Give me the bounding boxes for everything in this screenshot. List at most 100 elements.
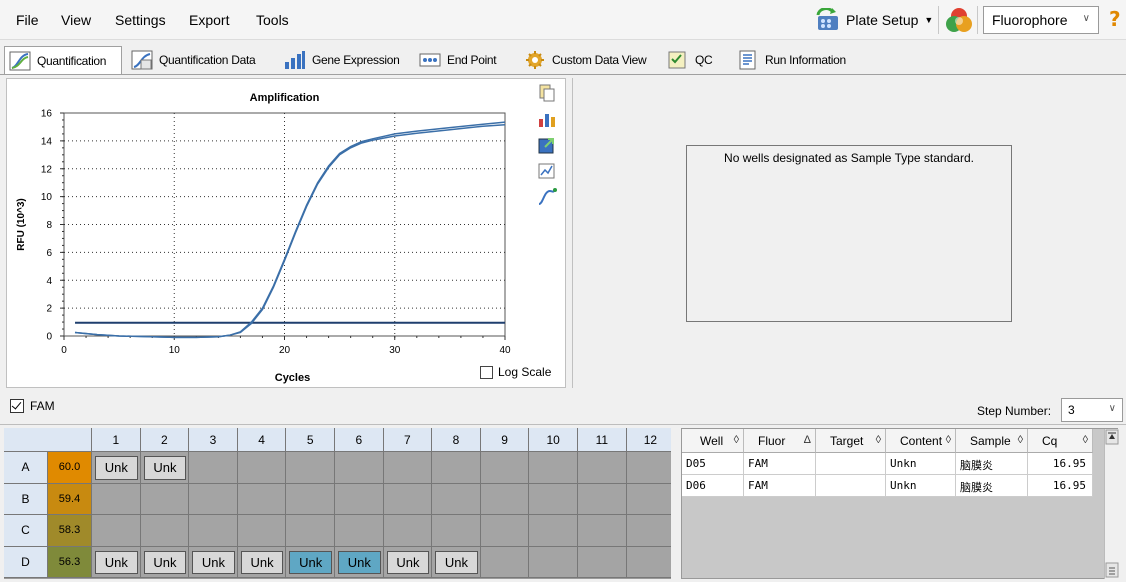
plate-well[interactable] [480,546,530,578]
plate-well[interactable] [189,483,238,515]
plate-well[interactable] [335,452,384,484]
plate-well[interactable] [626,452,671,484]
well-unknown-label[interactable]: Unk [338,550,381,574]
help-icon[interactable]: ? [1109,7,1121,31]
plate-well[interactable] [237,452,287,484]
results-cell-target[interactable] [816,475,886,497]
plate-well[interactable] [626,546,671,578]
plate-row-header[interactable]: D [4,546,48,578]
plate-column-header[interactable]: 7 [383,428,433,452]
well-unknown-label[interactable]: Unk [192,550,235,574]
plate-column-header[interactable]: 8 [432,428,481,452]
menu-file[interactable]: File [16,12,39,28]
tab-run-information[interactable]: Run Information [737,46,846,74]
plate-column-header[interactable]: 9 [480,428,530,452]
tab-end-point[interactable]: End Point [419,46,497,74]
plate-well[interactable] [140,515,190,547]
plate-column-header[interactable]: 5 [286,428,335,452]
fam-toggle[interactable]: FAM [10,399,55,413]
log-scale-checkbox[interactable] [480,365,493,379]
plate-well[interactable] [383,515,433,547]
plate-well[interactable] [529,452,578,484]
tab-quantification[interactable]: Quantification [4,46,122,75]
plate-well[interactable] [92,483,141,515]
tab-gene-expression[interactable]: Gene Expression [284,46,400,74]
menu-export[interactable]: Export [189,12,229,28]
plate-column-header[interactable]: 3 [189,428,238,452]
plate-row-header[interactable]: B [4,483,48,515]
plate-well[interactable] [578,546,627,578]
plate-well[interactable] [140,483,190,515]
results-cell-fluor[interactable]: FAM [744,475,816,497]
chart-settings-icon[interactable] [537,109,557,129]
results-column-header-sample[interactable]: Sample ◊ [956,429,1028,453]
menu-view[interactable]: View [61,12,91,28]
plate-well[interactable] [335,483,384,515]
well-unknown-label[interactable]: Unk [386,550,430,574]
plate-well[interactable] [286,483,335,515]
plate-column-header[interactable]: 6 [335,428,384,452]
plate-well[interactable] [237,483,287,515]
results-column-header-content[interactable]: Content ◊ [886,429,956,453]
plate-well[interactable] [529,483,578,515]
plate-well[interactable] [383,483,433,515]
plate-well[interactable] [286,515,335,547]
results-cell-well[interactable]: D05 [682,453,744,475]
results-column-header-fluor[interactable]: Fluor Δ [744,429,816,453]
curve-fit-icon[interactable] [537,187,557,207]
plate-column-header[interactable]: 2 [140,428,190,452]
results-cell-content[interactable]: Unkn [886,475,956,497]
results-cell-cq[interactable]: 16.95 [1028,475,1093,497]
results-cell-target[interactable] [816,453,886,475]
plate-well[interactable] [432,483,481,515]
results-cell-content[interactable]: Unkn [886,453,956,475]
well-unknown-label[interactable]: Unk [95,550,138,574]
plate-well[interactable] [432,515,481,547]
tab-qc[interactable]: QC [667,46,713,74]
plate-well[interactable] [92,515,141,547]
plate-well[interactable] [480,515,530,547]
plate-well[interactable] [432,452,481,484]
fam-checkbox[interactable] [10,399,24,413]
plate-column-header[interactable]: 10 [529,428,578,452]
plate-column-header[interactable]: 4 [237,428,287,452]
plate-column-header[interactable]: 1 [92,428,141,452]
tab-quantification-data[interactable]: Quantification Data [131,46,256,74]
well-unknown-label[interactable]: Unk [143,456,187,480]
plate-well[interactable] [480,452,530,484]
menu-settings[interactable]: Settings [115,12,166,28]
results-scrollbar[interactable] [1104,429,1119,579]
zoom-chart-icon[interactable] [537,161,557,181]
fluorophore-select[interactable]: Fluorophore ∨ [983,6,1099,34]
plate-well[interactable] [578,515,627,547]
plate-well[interactable] [578,483,627,515]
results-cell-fluor[interactable]: FAM [744,453,816,475]
plate-setup-button[interactable]: Plate Setup ▼ [814,6,933,34]
plate-well[interactable] [626,483,671,515]
plate-row-header[interactable]: A [4,452,48,484]
well-unknown-label[interactable]: Unk [95,456,138,480]
well-unknown-label[interactable]: Unk [289,550,332,574]
plate-well[interactable] [383,452,433,484]
plate-row-header[interactable]: C [4,515,48,547]
copy-icon[interactable] [537,83,557,103]
plate-well[interactable] [626,515,671,547]
export-icon[interactable] [537,135,557,155]
well-unknown-label[interactable]: Unk [435,550,478,574]
log-scale-toggle[interactable]: Log Scale [480,365,551,379]
results-cell-well[interactable]: D06 [682,475,744,497]
results-column-header-target[interactable]: Target ◊ [816,429,886,453]
traffic-light-icon[interactable] [945,7,973,33]
plate-well[interactable] [529,546,578,578]
plate-well[interactable] [189,515,238,547]
results-column-header-cq[interactable]: Cq ◊ [1028,429,1093,453]
step-number-select[interactable]: 3 ∨ [1061,398,1123,422]
plate-column-header[interactable]: 12 [626,428,671,452]
results-cell-sample[interactable]: 脑膜炎 [956,475,1028,497]
plate-well[interactable] [237,515,287,547]
tab-custom-data-view[interactable]: Custom Data View [524,46,647,74]
plate-well[interactable] [578,452,627,484]
results-column-header-well[interactable]: Well ◊ [682,429,744,453]
well-unknown-label[interactable]: Unk [143,550,187,574]
plate-column-header[interactable]: 11 [578,428,627,452]
